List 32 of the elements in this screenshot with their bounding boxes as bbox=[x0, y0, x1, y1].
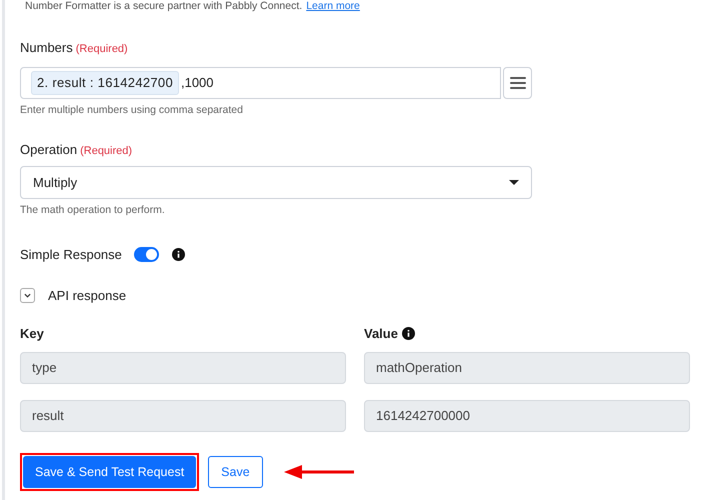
expand-toggle[interactable] bbox=[20, 288, 35, 304]
help-text: The math operation to perform. bbox=[20, 202, 166, 218]
chevron-down-icon bbox=[24, 293, 31, 298]
caret-icon bbox=[509, 180, 519, 185]
operation-select[interactable]: Multiply bbox=[20, 166, 532, 199]
field-value: ,1000 bbox=[180, 74, 214, 92]
help-text: Enter multiple numbers using comma separated bbox=[20, 102, 244, 118]
field-label: Operation bbox=[20, 141, 78, 160]
toggle-switch[interactable] bbox=[134, 246, 159, 262]
save-and-send-button[interactable]: Save & Send Test Request bbox=[23, 456, 196, 488]
field-value: 1614242700000 bbox=[376, 407, 470, 426]
learn-more-link[interactable]: Learn more bbox=[306, 0, 360, 13]
key-field: type bbox=[20, 352, 346, 384]
key-field: result bbox=[20, 400, 346, 432]
variable-token[interactable]: 2. result : 1614242700 bbox=[31, 70, 179, 94]
field-label: Numbers bbox=[20, 39, 73, 57]
numbers-input-field[interactable]: 2. result : 1614242700 ,1000 bbox=[20, 66, 501, 98]
column-header: Key bbox=[20, 324, 44, 343]
section-label: API response bbox=[48, 287, 126, 305]
field-value: mathOperation bbox=[376, 359, 462, 378]
select-value: Multiply bbox=[33, 174, 78, 192]
menu-icon bbox=[510, 76, 526, 88]
column-header: Value bbox=[364, 324, 398, 342]
required-label: (Required) bbox=[80, 144, 132, 160]
notice-text: Number Formatter is a secure partner with Pabbly Connect. bbox=[25, 0, 302, 13]
arrow-icon bbox=[284, 465, 354, 479]
required-label: (Required) bbox=[76, 42, 128, 57]
info-icon bbox=[402, 326, 415, 340]
toggle-label: Simple Response bbox=[20, 246, 122, 264]
menu-button[interactable] bbox=[503, 66, 532, 98]
info-icon bbox=[172, 248, 185, 261]
save-button[interactable]: Save bbox=[208, 456, 263, 488]
